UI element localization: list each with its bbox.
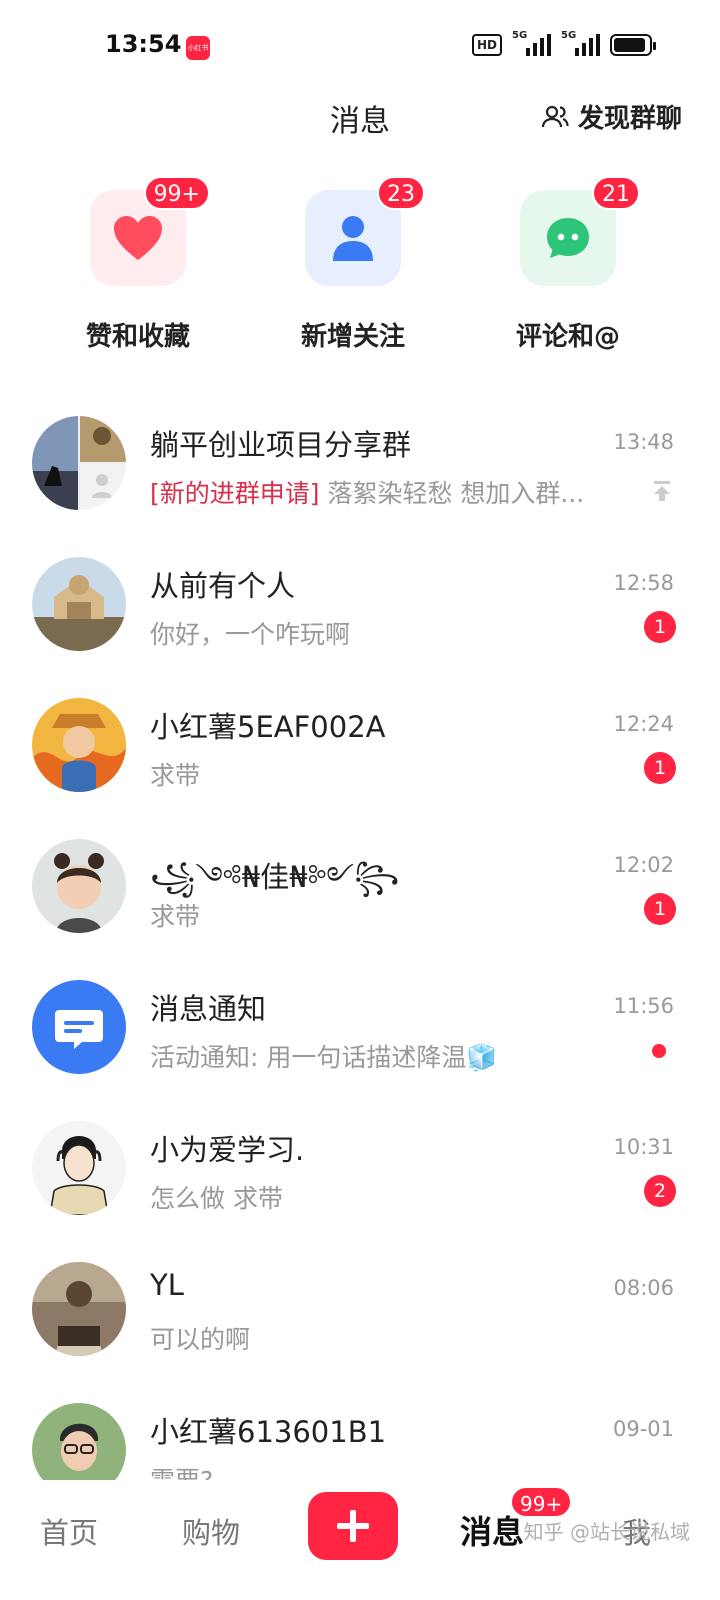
conversation-name: 小红薯613601B1 [150,1415,387,1449]
header: 消息 发现群聊 [0,92,720,152]
notification-avatar [32,980,126,1074]
quick-tiles: 99+ 赞和收藏 23 新增关注 21 评论和@ [0,176,720,360]
conversation-preview: [新的进群申请] 落絮染轻愁 想加入群... [150,474,584,510]
message-notification-icon [55,1010,103,1049]
status-time: 13:54 [105,30,182,58]
tile-likes-favorites[interactable]: 99+ 赞和收藏 [58,176,218,353]
discover-groups-label: 发现群聊 [577,104,682,134]
conversation-time: 13:48 [613,430,674,454]
preview-tag: [新的进群申请] [150,479,320,508]
signal-label-2: 5G [561,30,577,41]
nav-shop[interactable]: 购物 [182,1510,240,1552]
chat-bubble-icon [547,218,589,258]
conversation-row[interactable]: 躺平创业项目分享群 [新的进群申请] 落絮染轻愁 想加入群... 13:48 [0,400,720,541]
conversation-preview: 需要? [150,1461,213,1480]
unread-dot [652,1044,666,1058]
conversation-time: 10:31 [613,1135,674,1159]
conversation-row[interactable]: 小红薯5EAF002A 求带 12:24 1 [0,682,720,823]
conversation-time: 12:24 [613,712,674,736]
create-post-button[interactable] [308,1492,398,1560]
battery-icon [610,34,656,56]
preview-text: 落絮染轻愁 想加入群... [319,479,585,508]
user-avatar [32,557,126,651]
conversation-row[interactable]: 从前有个人 你好，一个咋玩啊 12:58 1 [0,541,720,682]
hd-voice-icon: HD [471,34,502,56]
tile-badge: 99+ [143,176,210,210]
users-icon [541,105,569,127]
status-bar: 13:54 小红书 HD 5G 5G [0,0,720,92]
user-avatar [32,1403,126,1480]
tile-new-followers[interactable]: 23 新增关注 [273,176,433,353]
tile-label: 评论和@ [515,322,620,352]
discover-groups-button[interactable]: 发现群聊 [540,98,682,135]
conversation-preview: 活动通知: 用一句话描述降温🧊 [150,1043,498,1072]
nav-home[interactable]: 首页 [40,1510,98,1552]
heart-icon [114,216,162,260]
person-icon [333,216,373,261]
conversation-name: 躺平创业项目分享群 [150,428,412,462]
conversation-row[interactable]: 消息通知 活动通知: 用一句话描述降温🧊 11:56 [0,964,720,1105]
plus-icon [337,1510,369,1542]
unread-badge: 1 [644,893,676,925]
user-avatar [32,1121,126,1215]
conversation-list: 躺平创业项目分享群 [新的进群申请] 落絮染轻愁 想加入群... 13:48 从… [0,400,720,1480]
signal-icon-2: 5G [561,30,600,56]
signal-label: 5G [512,30,528,41]
conversation-time: 08:06 [613,1276,674,1300]
unread-badge: 1 [644,752,676,784]
conversation-name: 从前有个人 [150,569,296,603]
conversation-row[interactable]: YL 可以的啊 08:06 [0,1246,720,1387]
conversation-preview: 可以的啊 [150,1325,251,1354]
conversation-time: 09-01 [612,1417,674,1441]
conversation-time: 12:02 [613,853,674,877]
conversation-name: 小红薯5EAF002A [150,710,386,744]
messages-badge: 99+ [510,1486,573,1518]
unread-badge: 2 [644,1175,676,1207]
conversation-preview: 你好，一个咋玩啊 [150,620,351,649]
battery-level [614,38,645,52]
tile-badge: 23 [377,176,425,210]
conversation-time: 12:58 [613,571,674,595]
conversation-name: 小为爱学习. [150,1133,305,1167]
tile-badge: 21 [592,176,640,210]
bottom-nav: 首页 购物 消息 99+ 我 知乎 @站长说私域 [0,1480,720,1600]
status-indicators: HD 5G 5G [471,30,656,56]
group-avatar [32,416,126,510]
app-notification-icon: 小红书 [186,36,210,60]
watermark: 知乎 @站长说私域 [523,1520,690,1544]
conversation-row[interactable]: 小为爱学习. 怎么做 求带 10:31 2 [0,1105,720,1246]
tile-label: 新增关注 [300,322,405,352]
conversation-name: 消息通知 [150,992,267,1026]
tile-comments-mentions[interactable]: 21 评论和@ [488,176,648,353]
conversation-preview: 求带 [150,902,201,931]
conversation-name: YL [150,1268,184,1302]
user-avatar [32,698,126,792]
conversation-row[interactable]: 小红薯613601B1 需要? 09-01 [0,1387,720,1480]
conversation-row[interactable]: ꧁༺₦佳₦༻꧂ 求带 12:02 1 [0,823,720,964]
user-avatar [32,839,126,933]
unread-badge: 1 [644,611,676,643]
conversation-time: 11:56 [613,994,674,1018]
conversation-preview: 怎么做 求带 [150,1184,283,1213]
user-avatar [32,1262,126,1356]
pin-top-icon [654,481,670,501]
signal-icon: 5G [512,30,551,56]
conversation-preview: 求带 [150,761,201,790]
tile-label: 赞和收藏 [85,322,190,352]
